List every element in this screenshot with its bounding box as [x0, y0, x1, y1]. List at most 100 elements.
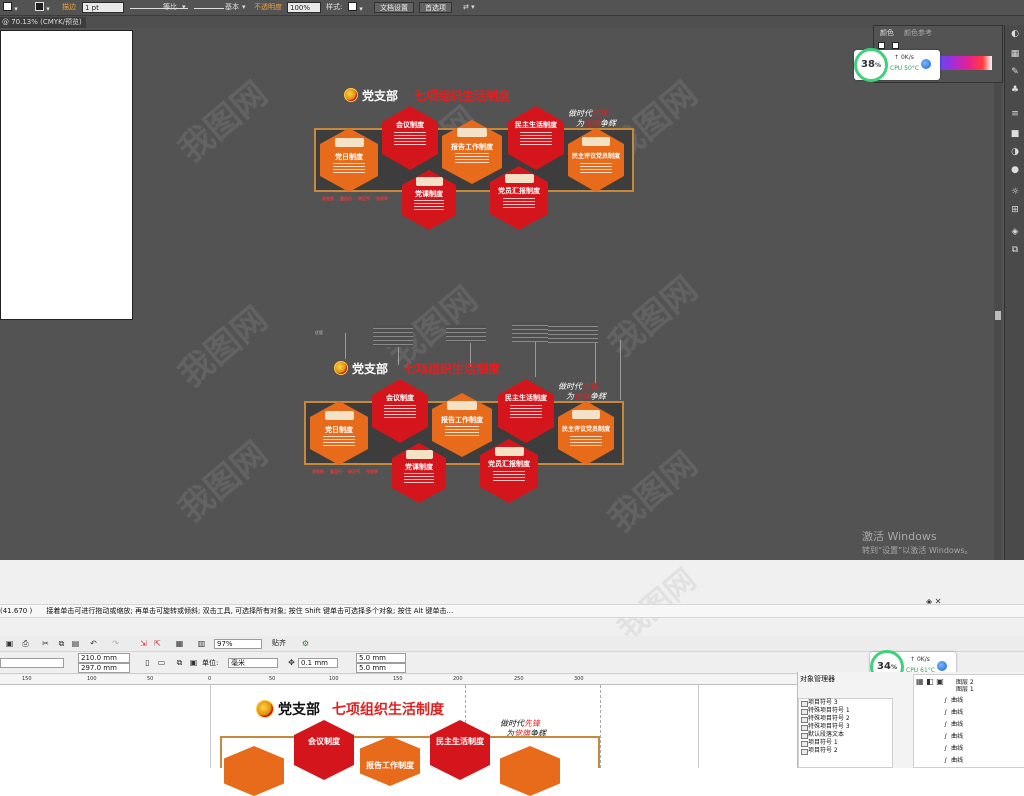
list-item[interactable]: 项目符号 3: [799, 699, 892, 707]
main-title: 七项组织生活制度: [332, 702, 444, 718]
brush-line[interactable]: [194, 2, 224, 9]
publish-pdf-icon[interactable]: ▦: [174, 638, 185, 649]
graphic-styles-icon[interactable]: ☼: [1010, 187, 1020, 197]
accelerate-ball-icon[interactable]: [936, 660, 948, 672]
brush-basic-label[interactable]: 基本: [225, 2, 239, 13]
nudge-distance-field[interactable]: 0.1 mm: [298, 658, 338, 668]
units-label: 单位:: [202, 659, 219, 667]
scrollbar-thumb[interactable]: [995, 311, 1001, 320]
swatches-icon[interactable]: ▦: [1010, 49, 1020, 59]
landscape-icon[interactable]: ▭: [156, 657, 167, 668]
party-emblem-icon: [256, 700, 274, 718]
vertical-scrollbar[interactable]: [994, 28, 1002, 560]
design-top[interactable]: 党支部 七项组织生活制度 做时代先锋 为党旗争辉 党日制度 会议制度 报告工作制…: [310, 82, 640, 232]
symbols-icon[interactable]: ♣: [1010, 85, 1020, 95]
opacity-field[interactable]: 100%: [287, 2, 321, 13]
list-item[interactable]: 项目符号 1: [799, 739, 892, 747]
arrange-icon[interactable]: ⇄ ▾: [463, 2, 475, 13]
hex-meeting[interactable]: 会议制度: [294, 720, 354, 780]
tree-item-curve[interactable]: ∫ 曲线: [944, 707, 963, 716]
object-manager-docker: 对象管理器 项目符号 3 特殊项目符号 1 特殊项目符号 2 特殊项目符号 3 …: [797, 672, 1024, 768]
tree-item-curve[interactable]: ∫ 曲线: [944, 719, 963, 728]
tree-item-curve[interactable]: ∫ 曲线: [944, 695, 963, 704]
object-tree[interactable]: ▦ ◧ ▣ 图层 2 图层 1 ∫ 曲线 ∫ 曲线 ∫ 曲线 ∫ 曲线 ∫ 曲线 ∫ 曲线: [913, 674, 1024, 768]
color-panel-icon[interactable]: ◐: [1010, 29, 1020, 39]
page-size-dropdown[interactable]: [0, 658, 64, 668]
design-bottom[interactable]: 党支部 七项组织生活制度 做时代先锋 为党旗争辉 党日制度 会议制度 报告工作制…: [300, 355, 630, 505]
transparency-icon[interactable]: ◑: [1010, 147, 1020, 157]
bottom-tags: 讲党性 重品行 树正气 作表率: [312, 469, 378, 474]
doc-setup-button[interactable]: 文档设置: [374, 2, 414, 13]
print-icon[interactable]: ⎙: [20, 638, 31, 649]
page-width-field[interactable]: 210.0 mm: [78, 653, 130, 663]
tree-item-curve[interactable]: ∫ 曲线: [944, 755, 963, 764]
list-item[interactable]: 特殊项目符号 3: [799, 723, 892, 731]
docker-title: 对象管理器: [800, 675, 835, 683]
artboards-icon[interactable]: ⧉: [1010, 245, 1020, 255]
import-icon[interactable]: ⇲: [138, 638, 149, 649]
duplicate-x-field[interactable]: 5.0 mm: [356, 653, 406, 663]
undo-icon[interactable]: ↶: [88, 638, 99, 649]
artboard-page[interactable]: [0, 30, 133, 320]
cursor-coordinates: (41.670 ): [0, 607, 33, 615]
tree-item-curve[interactable]: ∫ 曲线: [944, 743, 963, 752]
coreldraw-window: 我图网 我图网 我图网 ◈ ✕ (41.670 ) 接着单击可进行拖动或缩放; …: [0, 560, 1024, 796]
profile-uniform-label[interactable]: 等比: [163, 2, 177, 13]
align-icon[interactable]: ⊞: [1010, 205, 1020, 215]
white-swatch[interactable]: [892, 42, 899, 49]
profile-dropdown-icon[interactable]: ▾: [182, 2, 186, 13]
cut-icon[interactable]: ✂: [40, 638, 51, 649]
performance-widget[interactable]: 38% ↑ 0K/s CPU 50°C: [854, 48, 940, 82]
tree-item-curve[interactable]: ∫ 曲线: [944, 731, 963, 740]
portrait-icon[interactable]: ▯: [142, 657, 153, 668]
units-dropdown[interactable]: 毫米: [228, 658, 278, 668]
tab-color[interactable]: 颜色: [880, 28, 894, 38]
page-height-field[interactable]: 297.0 mm: [78, 663, 130, 673]
export-icon[interactable]: ⇱: [152, 638, 163, 649]
app-launcher-icon[interactable]: ▥: [196, 638, 207, 649]
zoom-level-field[interactable]: 97%: [214, 639, 262, 649]
stroke-weight-field[interactable]: 1 pt: [82, 2, 124, 13]
paste-icon[interactable]: ▤: [70, 638, 81, 649]
duplicate-y-field[interactable]: 5.0 mm: [356, 663, 406, 673]
list-item[interactable]: 默认段落文本: [799, 731, 892, 739]
standard-toolbar: ▣ ⎙ ✂ ⧉ ▤ ↶ ↷ ⇲ ⇱ ▦ ▥ 97% 贴齐 ⚙: [0, 636, 1024, 652]
opacity-label[interactable]: 不透明度: [254, 2, 282, 13]
styles-list[interactable]: 项目符号 3 特殊项目符号 1 特殊项目符号 2 特殊项目符号 3 默认段落文本…: [798, 698, 893, 768]
document-tab[interactable]: @ 70.13% (CMYK/预览): [0, 17, 86, 28]
list-item[interactable]: 项目符号 2: [799, 747, 892, 755]
brushes-icon[interactable]: ✎: [1010, 67, 1020, 77]
horizontal-ruler[interactable]: 150 100 50 0 50 100 150 200 250 300: [0, 675, 797, 685]
layers-icon[interactable]: ◈: [1010, 227, 1020, 237]
stroke-swatch[interactable]: ▾: [35, 2, 50, 13]
snap-to-label[interactable]: 贴齐: [272, 638, 286, 648]
cpu-temp: CPU 50°C: [890, 65, 919, 72]
list-item[interactable]: 特殊项目符号 2: [799, 715, 892, 723]
preferences-button[interactable]: 首选项: [419, 2, 452, 13]
all-pages-icon[interactable]: ⧉: [174, 657, 185, 668]
tree-toolbar-icon[interactable]: ▦ ◧ ▣: [916, 677, 944, 686]
party-label: 党支部: [352, 362, 389, 376]
options-icon[interactable]: ⚙: [300, 638, 311, 649]
variable-width-line[interactable]: [130, 2, 188, 9]
gradient-icon[interactable]: ■: [1010, 129, 1020, 139]
copy-icon[interactable]: ⧉: [56, 638, 67, 649]
redo-icon[interactable]: ↷: [110, 638, 121, 649]
hex-democratic-life[interactable]: 民主生活制度: [430, 720, 490, 780]
save-icon[interactable]: ▣: [4, 638, 15, 649]
nudge-icon: ✥: [288, 658, 295, 667]
stroke-label[interactable]: 描边: [62, 2, 76, 13]
style-swatch[interactable]: ▾: [348, 2, 363, 13]
list-item[interactable]: 特殊项目符号 1: [799, 707, 892, 715]
fill-swatch[interactable]: ▾: [3, 2, 18, 13]
accelerate-ball-icon[interactable]: [920, 58, 932, 70]
current-page-icon[interactable]: ▣: [188, 657, 199, 668]
layer-label[interactable]: 图层 1: [956, 684, 974, 693]
stroke-icon[interactable]: ≡: [1010, 109, 1020, 119]
tab-color-guide[interactable]: 颜色参考: [904, 28, 932, 38]
design-preview[interactable]: 党支部 七项组织生活制度 做时代先锋 为党旗争辉 会议制度 报告工作制度 民主生…: [210, 696, 610, 796]
appearance-icon[interactable]: ●: [1010, 165, 1020, 175]
network-speed: ↑ 0K/s: [910, 656, 930, 663]
brush-dropdown-icon[interactable]: ▾: [242, 2, 246, 13]
fill-color-swatch[interactable]: [878, 42, 885, 49]
